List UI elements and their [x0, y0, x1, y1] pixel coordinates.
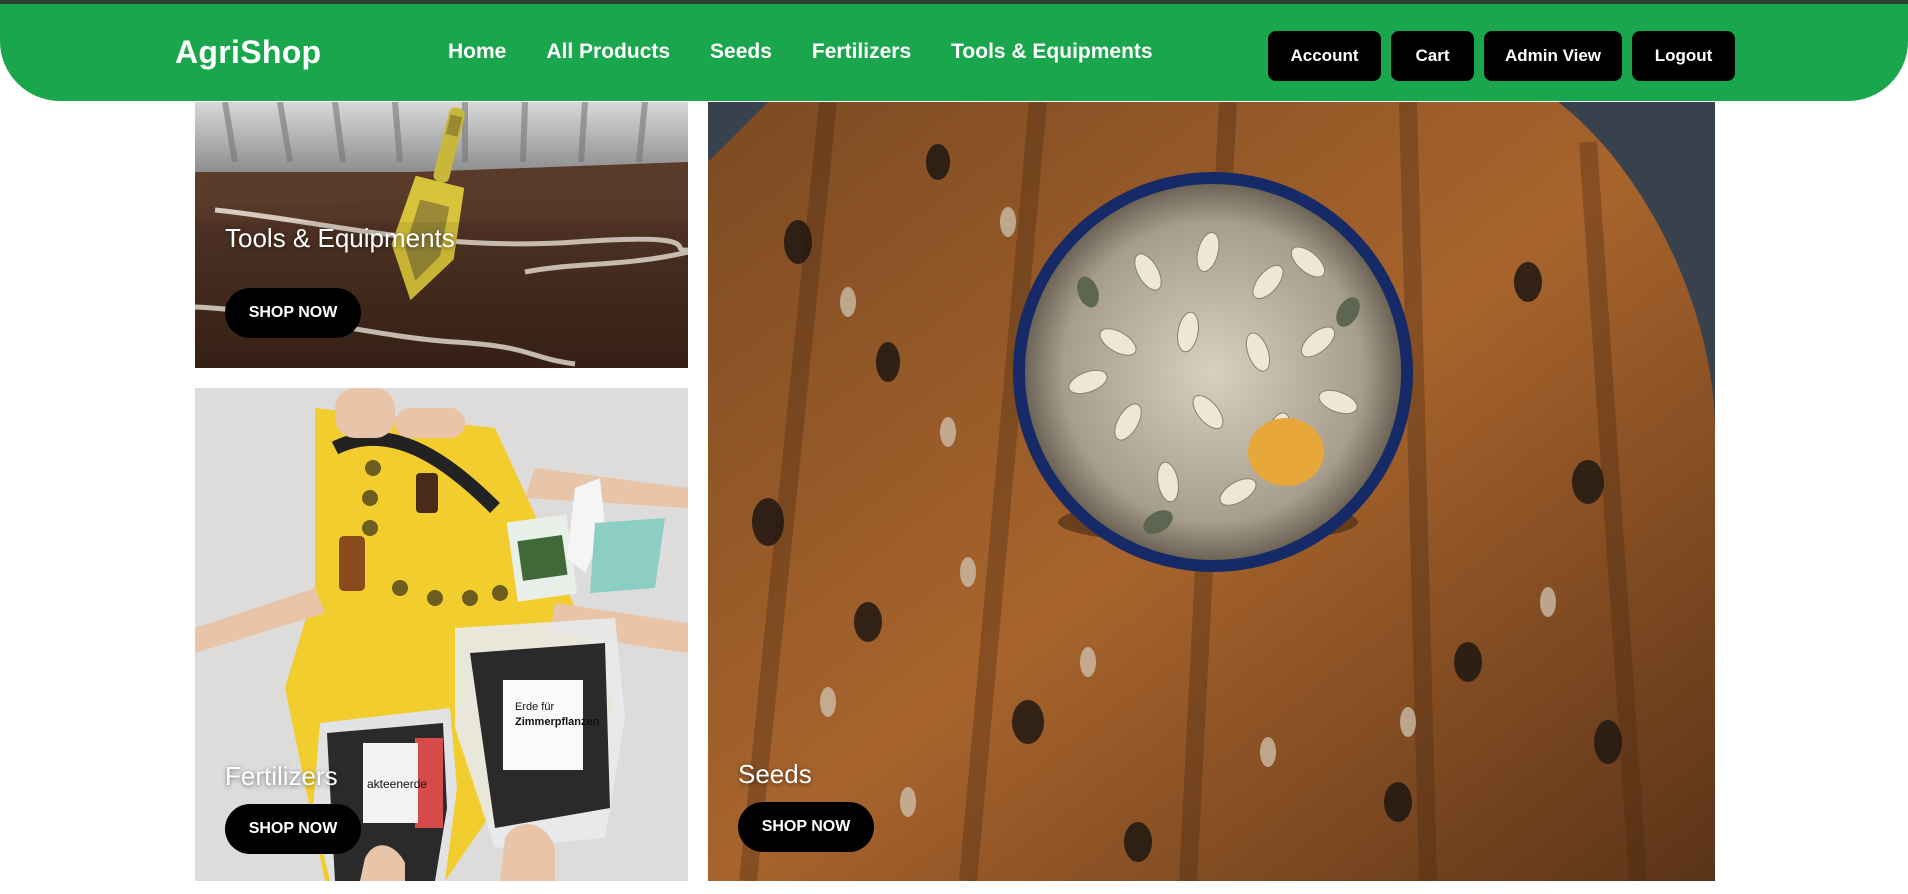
svg-text:akteenerde: akteenerde [367, 777, 427, 791]
logout-button[interactable]: Logout [1632, 31, 1735, 81]
nav-link-all-products[interactable]: All Products [546, 40, 670, 64]
sunflower-seeds-bowl-image [708, 102, 1715, 881]
navbar: AgriShop Home All Products Seeds Fertili… [0, 4, 1908, 101]
nav-link-fertilizers[interactable]: Fertilizers [812, 40, 911, 64]
shop-now-seeds-button[interactable]: SHOP NOW [738, 802, 874, 852]
shop-now-fertilizers-button[interactable]: SHOP NOW [225, 804, 361, 854]
account-actions: Account Cart Admin View Logout [1268, 31, 1735, 81]
card-title-seeds: Seeds [738, 759, 812, 789]
account-button[interactable]: Account [1268, 31, 1381, 81]
main-nav: Home All Products Seeds Fertilizers Tool… [448, 40, 1153, 64]
card-title-tools: Tools & Equipments [225, 223, 455, 253]
brand-logo[interactable]: AgriShop [175, 34, 321, 71]
svg-text:Erde für: Erde für [515, 701, 554, 713]
category-card-tools[interactable]: Tools & Equipments SHOP NOW [195, 102, 688, 368]
shop-now-tools-button[interactable]: SHOP NOW [225, 288, 361, 338]
cart-button[interactable]: Cart [1391, 31, 1474, 81]
nav-link-home[interactable]: Home [448, 40, 506, 64]
nav-link-tools-equipments[interactable]: Tools & Equipments [951, 40, 1152, 64]
card-title-fertilizers: Fertilizers [225, 761, 338, 791]
admin-view-button[interactable]: Admin View [1484, 31, 1622, 81]
category-card-seeds[interactable]: Seeds SHOP NOW [708, 102, 1715, 881]
nav-link-seeds[interactable]: Seeds [710, 40, 772, 64]
svg-text:Zimmerpflanzen: Zimmerpflanzen [515, 716, 600, 728]
category-card-fertilizers[interactable]: Erde für Zimmerpflanzen akteenerde Ferti… [195, 388, 688, 881]
